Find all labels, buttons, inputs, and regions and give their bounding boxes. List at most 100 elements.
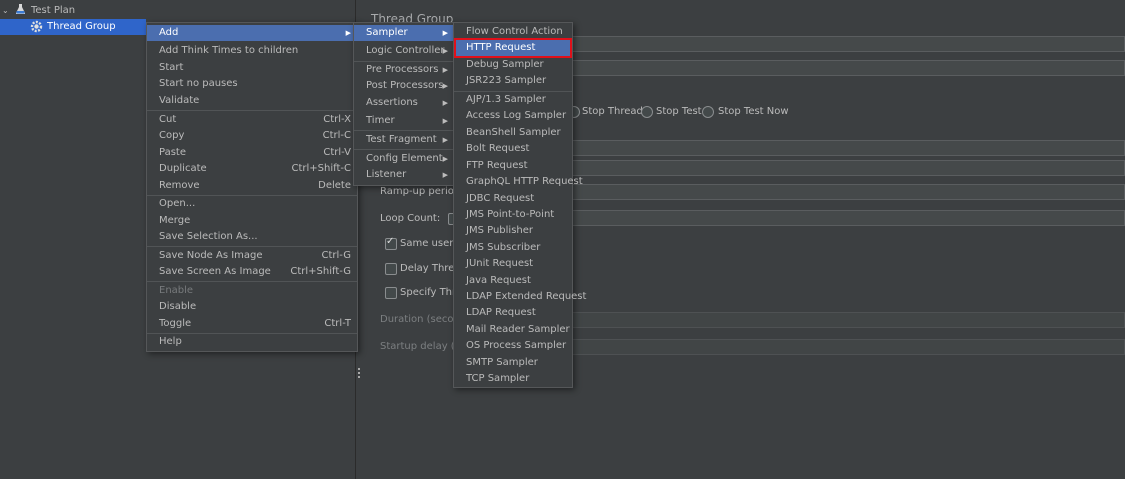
menu-shortcut: Ctrl+Shift-C [291,163,352,174]
sampler-item-access-log-sampler[interactable]: Access Log Sampler [454,108,572,124]
menu-item-label: Java Request [466,275,531,286]
submenu-item-sampler[interactable]: Sampler ▶ [354,25,454,41]
tree-node-test-plan[interactable]: ⌄ Test Plan [0,3,200,19]
rampup-field[interactable] [571,184,1125,200]
menu-item-help[interactable]: Help [147,334,357,350]
context-menu: Add ▶ Add Think Times to children Start S… [146,22,358,352]
chevron-right-icon: ▶ [442,155,448,163]
menu-item-cut[interactable]: Cut Ctrl-X [147,112,357,128]
delay-thread-checkbox[interactable] [385,263,397,275]
menu-item-label: Disable [159,301,197,312]
menu-item-save-node-as-image[interactable]: Save Node As Image Ctrl-G [147,248,357,264]
name-field[interactable] [571,36,1125,52]
menu-item-label: Duplicate [159,163,207,174]
menu-item-label: Access Log Sampler [466,110,567,121]
submenu-item-assertions[interactable]: Assertions ▶ [354,95,454,111]
sampler-item-tcp-sampler[interactable]: TCP Sampler [454,371,572,387]
sampler-item-jdbc-request[interactable]: JDBC Request [454,191,572,207]
menu-item-label: Assertions [366,97,418,108]
menu-separator [354,149,454,150]
menu-item-label: Remove [159,180,200,191]
menu-shortcut: Ctrl-C [322,130,351,141]
menu-item-paste[interactable]: Paste Ctrl-V [147,145,357,161]
menu-item-label: Enable [159,285,194,296]
same-user-checkbox[interactable] [385,236,397,250]
menu-item-disable[interactable]: Disable [147,299,357,315]
submenu-item-post-processors[interactable]: Post Processors ▶ [354,78,454,94]
chevron-right-icon: ▶ [442,29,448,37]
radio-stop-test-now[interactable] [702,106,714,118]
tree-node-thread-group[interactable]: Thread Group [0,19,146,35]
sampler-item-mail-reader-sampler[interactable]: Mail Reader Sampler [454,322,572,338]
menu-item-add[interactable]: Add ▶ [147,25,357,41]
annotation-highlight-box [454,38,572,58]
startup-delay-field[interactable] [571,339,1125,355]
sampler-item-jsr223-sampler[interactable]: JSR223 Sampler [454,73,572,89]
menu-item-label: LDAP Request [466,307,536,318]
comments-field[interactable] [571,60,1125,76]
menu-item-validate[interactable]: Validate [147,93,357,109]
menu-item-toggle[interactable]: Toggle Ctrl-T [147,316,357,332]
menu-item-remove[interactable]: Remove Delete [147,178,357,194]
sampler-item-smtp-sampler[interactable]: SMTP Sampler [454,355,572,371]
menu-item-enable: Enable [147,283,357,299]
menu-item-label: Config Element [366,153,443,164]
sampler-item-os-process-sampler[interactable]: OS Process Sampler [454,338,572,354]
menu-item-label: Sampler [366,27,408,38]
specify-lifetime-checkbox[interactable] [385,287,397,299]
sampler-item-graphql-http-request[interactable]: GraphQL HTTP Request [454,174,583,190]
sampler-item-bolt-request[interactable]: Bolt Request [454,141,572,157]
sampler-item-jms-publisher[interactable]: JMS Publisher [454,223,572,239]
sampler-item-jms-subscriber[interactable]: JMS Subscriber [454,240,572,256]
sampler-item-beanshell-sampler[interactable]: BeanShell Sampler [454,125,572,141]
submenu-item-config-element[interactable]: Config Element ▶ [354,151,454,167]
threads-field-2[interactable] [571,160,1125,176]
submenu-item-test-fragment[interactable]: Test Fragment ▶ [354,132,454,148]
sampler-item-ajp-sampler[interactable]: AJP/1.3 Sampler [454,92,572,108]
chevron-down-icon[interactable]: ⌄ [2,3,9,19]
chevron-right-icon: ▶ [442,136,448,144]
menu-separator [147,281,357,282]
submenu-item-pre-processors[interactable]: Pre Processors ▶ [354,62,454,78]
drag-handle-icon[interactable] [358,368,360,380]
radio-stop-test[interactable] [641,106,653,118]
menu-item-save-selection-as[interactable]: Save Selection As... [147,229,357,245]
sampler-item-ldap-extended-request[interactable]: LDAP Extended Request [454,289,586,305]
menu-item-label: SMTP Sampler [466,357,538,368]
menu-item-label: FTP Request [466,160,528,171]
menu-item-label: GraphQL HTTP Request [466,176,583,187]
menu-item-duplicate[interactable]: Duplicate Ctrl+Shift-C [147,161,357,177]
menu-item-label: JMS Point-to-Point [466,209,555,220]
sampler-item-debug-sampler[interactable]: Debug Sampler [454,57,572,73]
menu-item-add-think-times[interactable]: Add Think Times to children [147,43,357,59]
menu-item-label: Logic Controller [366,45,445,56]
submenu-item-listener[interactable]: Listener ▶ [354,167,454,183]
submenu-item-logic-controller[interactable]: Logic Controller ▶ [354,43,454,59]
menu-item-start-no-pauses[interactable]: Start no pauses [147,76,357,92]
menu-item-copy[interactable]: Copy Ctrl-C [147,128,357,144]
menu-item-start[interactable]: Start [147,60,357,76]
sampler-item-ftp-request[interactable]: FTP Request [454,158,572,174]
sampler-item-jms-point-to-point[interactable]: JMS Point-to-Point [454,207,572,223]
menu-item-label: Paste [159,147,186,158]
sampler-item-java-request[interactable]: Java Request [454,273,572,289]
menu-shortcut: Ctrl+Shift-G [290,266,351,277]
submenu-item-timer[interactable]: Timer ▶ [354,113,454,129]
menu-item-label: Pre Processors [366,64,439,75]
radio-label: Stop Test Now [718,106,789,117]
duration-field[interactable] [571,312,1125,328]
sampler-item-junit-request[interactable]: JUnit Request [454,256,572,272]
menu-item-label: Start [159,62,184,73]
sampler-item-ldap-request[interactable]: LDAP Request [454,305,572,321]
tree-node-label: Thread Group [47,21,116,32]
radio-label: Stop Thread [582,106,643,117]
menu-item-open[interactable]: Open... [147,196,357,212]
menu-item-label: Save Screen As Image [159,266,271,277]
threads-field[interactable] [571,140,1125,156]
menu-item-save-screen-as-image[interactable]: Save Screen As Image Ctrl+Shift-G [147,264,357,280]
loop-count-field[interactable] [571,210,1125,226]
loop-count-label: Loop Count: [380,213,441,224]
menu-item-merge[interactable]: Merge [147,213,357,229]
chevron-right-icon: ▶ [442,117,448,125]
chevron-right-icon: ▶ [442,47,448,55]
